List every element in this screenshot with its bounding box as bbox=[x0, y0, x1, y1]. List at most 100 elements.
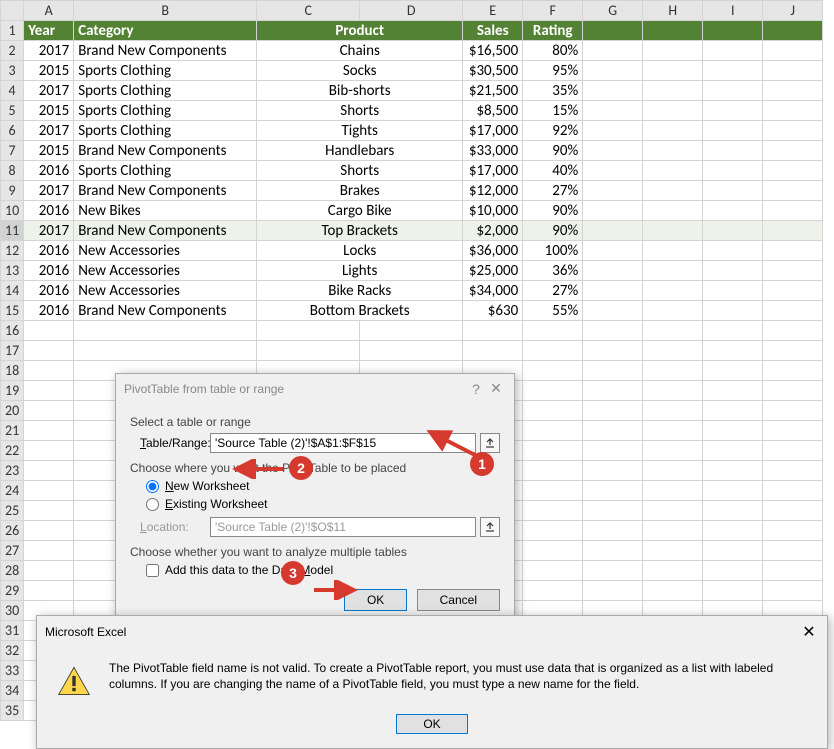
row-header[interactable]: 1 bbox=[1, 21, 24, 41]
cell[interactable]: $10,000 bbox=[463, 201, 523, 221]
collapse-range-icon[interactable] bbox=[480, 433, 500, 453]
existing-worksheet-radio[interactable]: Existing Worksheet bbox=[130, 495, 500, 513]
cell[interactable] bbox=[763, 421, 823, 441]
cell[interactable] bbox=[643, 441, 703, 461]
help-icon[interactable]: ? bbox=[466, 381, 486, 397]
cell[interactable] bbox=[763, 561, 823, 581]
cell[interactable] bbox=[523, 561, 583, 581]
cancel-button[interactable]: Cancel bbox=[417, 589, 500, 611]
cell[interactable]: 2017 bbox=[24, 221, 74, 241]
row-header[interactable]: 26 bbox=[1, 521, 24, 541]
col-header-H[interactable]: H bbox=[643, 1, 703, 21]
cell[interactable]: Sports Clothing bbox=[74, 61, 257, 81]
cell[interactable]: 27% bbox=[523, 181, 583, 201]
cell[interactable] bbox=[463, 341, 523, 361]
row-header[interactable]: 3 bbox=[1, 61, 24, 81]
cell[interactable] bbox=[763, 381, 823, 401]
cell[interactable]: 2016 bbox=[24, 201, 74, 221]
cell[interactable] bbox=[24, 401, 74, 421]
cell[interactable] bbox=[703, 521, 763, 541]
cell[interactable]: $12,000 bbox=[463, 181, 523, 201]
cell[interactable] bbox=[583, 521, 643, 541]
cell[interactable]: Brand New Components bbox=[74, 301, 257, 321]
row-header[interactable]: 16 bbox=[1, 321, 24, 341]
cell[interactable] bbox=[703, 581, 763, 601]
cell[interactable] bbox=[24, 481, 74, 501]
row-header[interactable]: 35 bbox=[1, 701, 24, 721]
cell[interactable] bbox=[360, 341, 463, 361]
cell[interactable] bbox=[523, 541, 583, 561]
cell[interactable]: New Accessories bbox=[74, 281, 257, 301]
cell[interactable] bbox=[703, 481, 763, 501]
cell[interactable]: Chains bbox=[257, 41, 463, 61]
cell[interactable] bbox=[643, 521, 703, 541]
cell[interactable]: Brakes bbox=[257, 181, 463, 201]
cell[interactable] bbox=[763, 501, 823, 521]
cell[interactable] bbox=[583, 561, 643, 581]
cell[interactable] bbox=[643, 321, 703, 341]
cell[interactable] bbox=[703, 341, 763, 361]
cell[interactable] bbox=[523, 481, 583, 501]
cell[interactable]: 2016 bbox=[24, 241, 74, 261]
row-header[interactable]: 28 bbox=[1, 561, 24, 581]
cell[interactable]: $16,500 bbox=[463, 41, 523, 61]
cell[interactable] bbox=[24, 521, 74, 541]
cell[interactable] bbox=[703, 401, 763, 421]
cell[interactable] bbox=[24, 561, 74, 581]
cell[interactable] bbox=[703, 561, 763, 581]
cell[interactable] bbox=[74, 341, 257, 361]
cell[interactable]: $36,000 bbox=[463, 241, 523, 261]
cell[interactable]: $8,500 bbox=[463, 101, 523, 121]
cell[interactable]: 80% bbox=[523, 41, 583, 61]
cell[interactable] bbox=[523, 341, 583, 361]
cell[interactable] bbox=[523, 321, 583, 341]
row-header[interactable]: 6 bbox=[1, 121, 24, 141]
cell[interactable]: 36% bbox=[523, 261, 583, 281]
row-header[interactable]: 5 bbox=[1, 101, 24, 121]
cell[interactable]: 2016 bbox=[24, 301, 74, 321]
cell[interactable] bbox=[523, 421, 583, 441]
cell[interactable]: $17,000 bbox=[463, 161, 523, 181]
col-header-F[interactable]: F bbox=[523, 1, 583, 21]
cell[interactable]: Bottom Brackets bbox=[257, 301, 463, 321]
cell[interactable]: Sports Clothing bbox=[74, 161, 257, 181]
cell[interactable] bbox=[643, 581, 703, 601]
row-header[interactable]: 33 bbox=[1, 661, 24, 681]
cell[interactable]: Brand New Components bbox=[74, 141, 257, 161]
cell[interactable] bbox=[523, 501, 583, 521]
cell[interactable] bbox=[763, 441, 823, 461]
row-header[interactable]: 30 bbox=[1, 601, 24, 621]
cell[interactable]: Sports Clothing bbox=[74, 121, 257, 141]
header-year[interactable]: Year bbox=[24, 21, 74, 41]
cell[interactable] bbox=[763, 521, 823, 541]
cell[interactable] bbox=[643, 541, 703, 561]
cell[interactable]: Top Brackets bbox=[257, 221, 463, 241]
col-header-J[interactable]: J bbox=[763, 1, 823, 21]
cell[interactable] bbox=[583, 321, 643, 341]
cell[interactable]: 90% bbox=[523, 221, 583, 241]
col-header-I[interactable]: I bbox=[703, 1, 763, 21]
row-header[interactable]: 17 bbox=[1, 341, 24, 361]
cell[interactable]: $25,000 bbox=[463, 261, 523, 281]
row-header[interactable]: 12 bbox=[1, 241, 24, 261]
cell[interactable] bbox=[360, 321, 463, 341]
cell[interactable]: $630 bbox=[463, 301, 523, 321]
cell[interactable]: 2016 bbox=[24, 261, 74, 281]
cell[interactable] bbox=[523, 461, 583, 481]
cell[interactable] bbox=[703, 541, 763, 561]
cell[interactable]: 2015 bbox=[24, 61, 74, 81]
cell[interactable] bbox=[24, 461, 74, 481]
cell[interactable] bbox=[257, 321, 360, 341]
cell[interactable]: 27% bbox=[523, 281, 583, 301]
cell[interactable]: 2015 bbox=[24, 101, 74, 121]
cell[interactable]: $21,500 bbox=[463, 81, 523, 101]
close-icon[interactable]: ✕ bbox=[486, 380, 506, 397]
cell[interactable]: 90% bbox=[523, 141, 583, 161]
cell[interactable]: 2017 bbox=[24, 81, 74, 101]
cell[interactable]: Bib-shorts bbox=[257, 81, 463, 101]
col-header-A[interactable]: A bbox=[24, 1, 74, 21]
cell[interactable] bbox=[703, 501, 763, 521]
cell[interactable]: 40% bbox=[523, 161, 583, 181]
row-header[interactable]: 32 bbox=[1, 641, 24, 661]
cell[interactable]: Brand New Components bbox=[74, 221, 257, 241]
